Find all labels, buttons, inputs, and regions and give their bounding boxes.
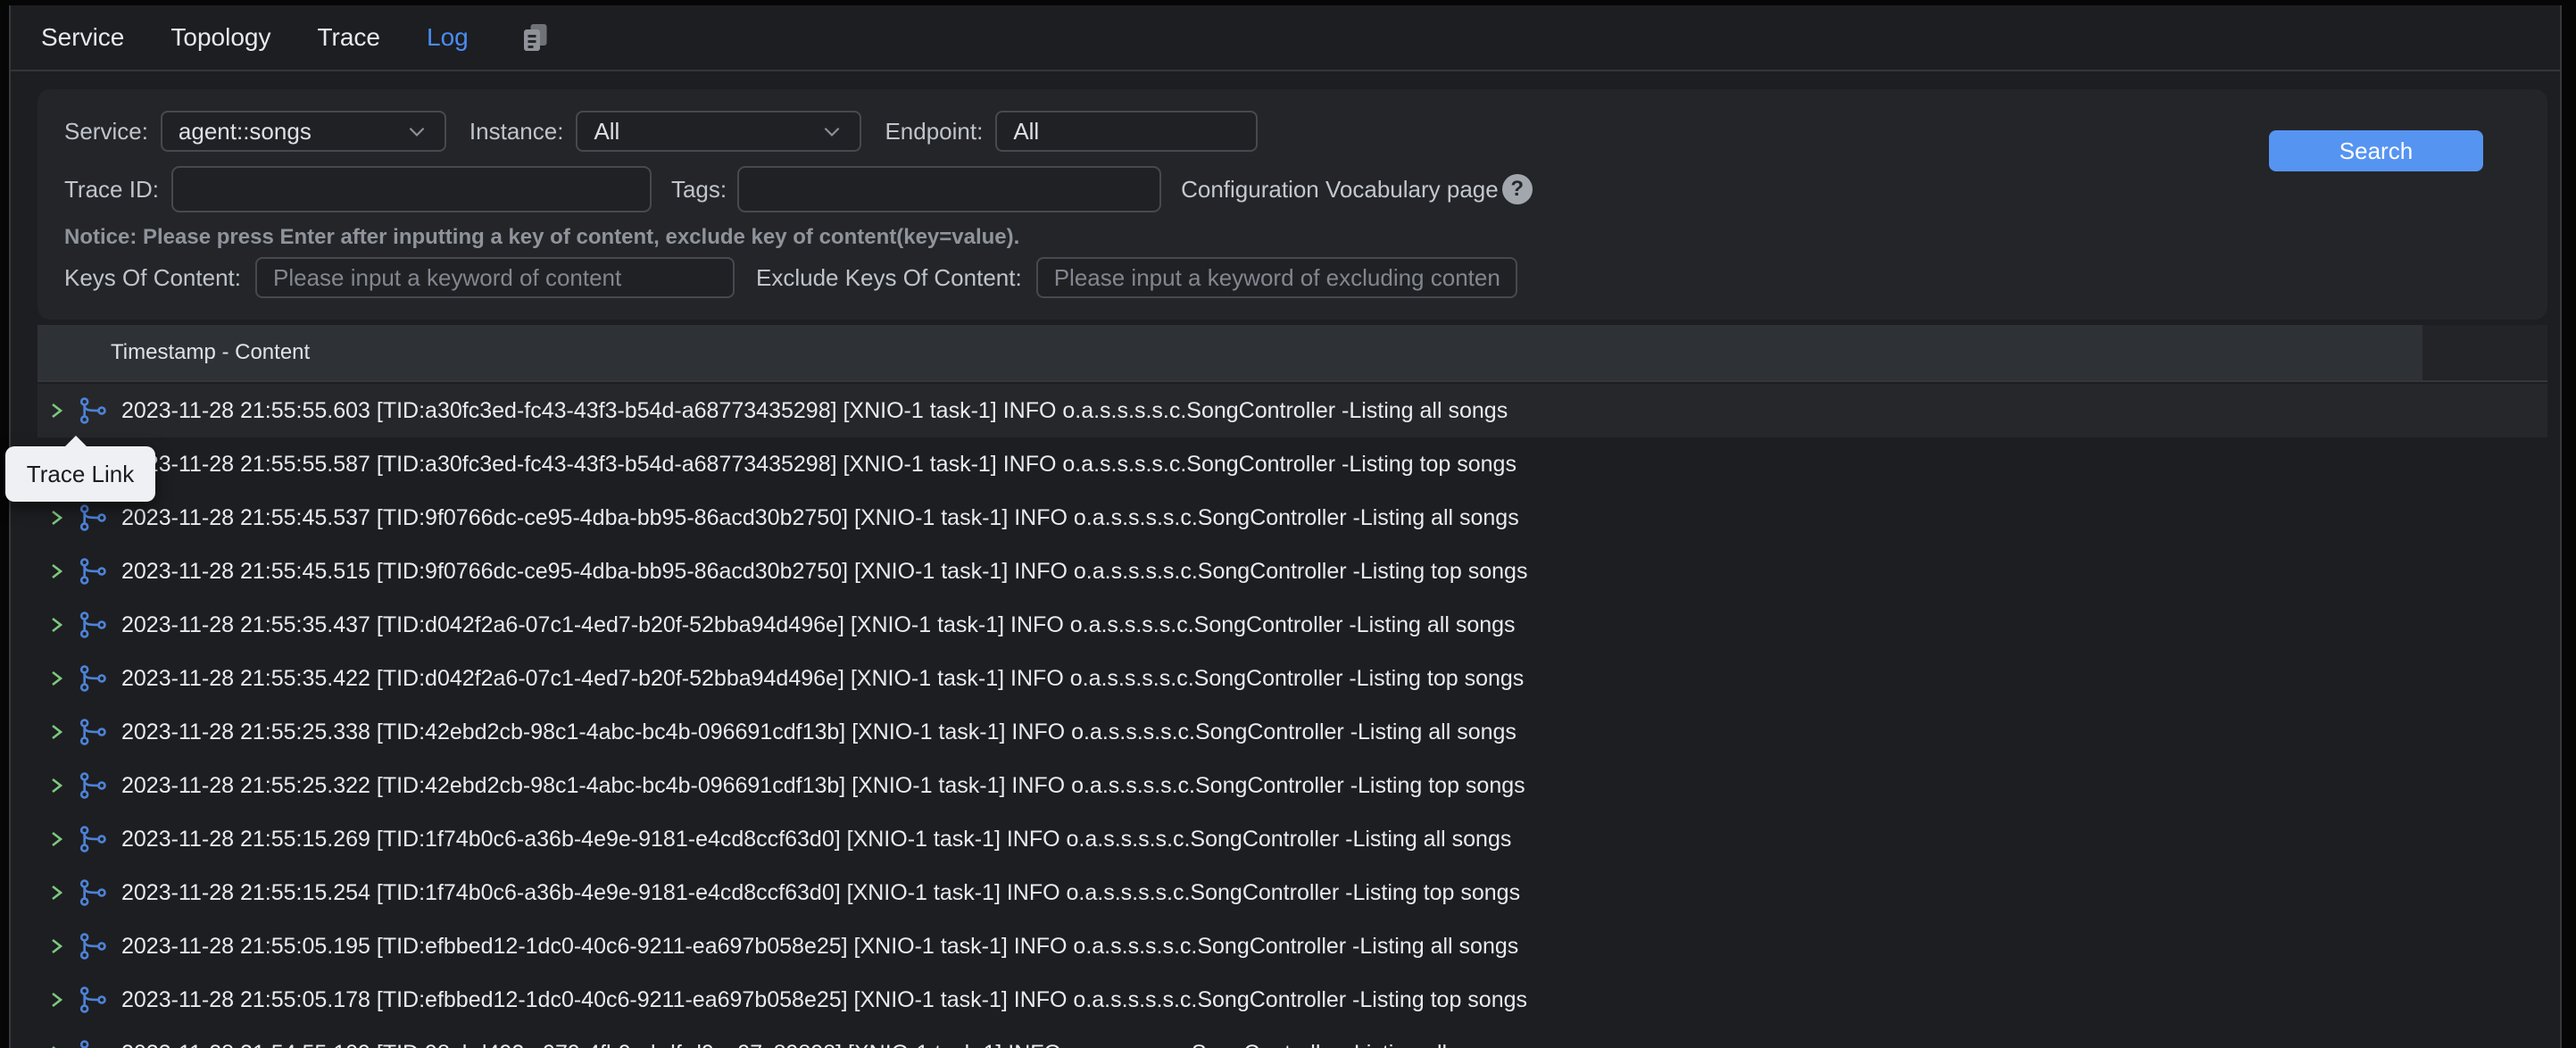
chevron-right-expand-icon[interactable] [45,612,70,637]
timestamp-content-header: Timestamp - Content [37,325,2422,380]
log-text: 2023-11-28 21:55:35.422 [TID:d042f2a6-07… [121,666,1524,692]
endpoint-input[interactable] [995,111,1258,152]
chevron-right-expand-icon[interactable] [45,880,70,905]
service-select-value: agent::songs [179,118,312,146]
exclude-keys-input[interactable] [1036,257,1517,298]
trace-link-icon[interactable] [79,825,107,853]
trace-link-icon[interactable] [79,503,107,532]
log-row[interactable]: 2023-11-28 21:55:05.178 [TID:efbbed12-1d… [37,973,2547,1027]
log-row[interactable]: 2023-11-28 21:55:55.603 [TID:a30fc3ed-fc… [37,384,2547,437]
log-row[interactable]: 2023-11-28 21:54:55.109 [TID:98abd492-c9… [37,1027,2547,1048]
log-text: 2023-11-28 21:55:45.515 [TID:9f0766dc-ce… [121,559,1527,585]
trace-link-icon[interactable] [79,611,107,639]
log-text: 2023-11-28 21:55:05.178 [TID:efbbed12-1d… [121,987,1527,1013]
chevron-down-icon [820,120,843,143]
filter-panel: Service: agent::songs Instance: All Endp… [37,89,2547,320]
log-text: 2023-11-28 21:55:35.437 [TID:d042f2a6-07… [121,612,1516,638]
trace-link-icon[interactable] [79,771,107,800]
chevron-right-expand-icon[interactable] [45,719,70,744]
endpoint-label: Endpoint: [885,118,983,146]
question-mark-icon[interactable]: ? [1502,174,1533,204]
configuration-vocabulary-link[interactable]: Configuration Vocabulary page [1181,176,1499,204]
log-row[interactable]: 2023-11-28 21:55:25.322 [TID:42ebd2cb-98… [37,759,2547,812]
log-row[interactable]: 2023-11-28 21:55:05.195 [TID:efbbed12-1d… [37,919,2547,973]
log-text: 2023-11-28 21:55:45.537 [TID:9f0766dc-ce… [121,505,1519,531]
chevron-right-expand-icon[interactable] [45,666,70,691]
trace-link-icon[interactable] [79,878,107,907]
log-row[interactable]: 2023-11-28 21:55:35.437 [TID:d042f2a6-07… [37,598,2547,652]
log-row[interactable]: 2023-11-28 21:55:45.515 [TID:9f0766dc-ce… [37,545,2547,598]
trace-link-icon[interactable] [79,1039,107,1048]
tab-topology[interactable]: Topology [170,23,270,52]
trace-link-icon[interactable] [79,718,107,746]
trace-link-tooltip: Trace Link [5,446,155,502]
exclude-keys-label: Exclude Keys Of Content: [756,264,1022,292]
chevron-right-expand-icon[interactable] [45,1041,70,1048]
log-text: 2023-11-28 21:55:25.338 [TID:42ebd2cb-98… [121,719,1517,745]
log-text: 2023-11-28 21:55:55.587 [TID:a30fc3ed-fc… [121,452,1517,478]
log-row[interactable]: 2023-11-28 21:55:15.269 [TID:1f74b0c6-a3… [37,812,2547,866]
log-text: 2023-11-28 21:55:25.322 [TID:42ebd2cb-98… [121,773,1525,799]
log-row[interactable]: 2023-11-28 21:55:45.537 [TID:9f0766dc-ce… [37,491,2547,545]
service-label: Service: [64,118,148,146]
log-table-header: Timestamp - Content [37,325,2547,382]
log-row[interactable]: 2023-11-28 21:55:55.587 [TID:a30fc3ed-fc… [37,437,2547,491]
instance-select[interactable]: All [576,111,861,152]
trace-id-input[interactable] [171,166,652,212]
trace-link-icon[interactable] [79,557,107,586]
log-text: 2023-11-28 21:55:55.603 [TID:a30fc3ed-fc… [121,398,1508,424]
trace-link-icon[interactable] [79,664,107,693]
top-nav: Service Topology Trace Log [11,5,2560,71]
keys-of-content-input[interactable] [255,257,735,298]
notice-text: Notice: Please press Enter after inputti… [64,225,1019,250]
filter-row-primary: Service: agent::songs Instance: All Endp… [64,111,2521,152]
chevron-down-icon [405,120,428,143]
keys-of-content-label: Keys Of Content: [64,264,241,292]
instance-select-value: All [594,118,619,146]
log-text: 2023-11-28 21:54:55.109 [TID:98abd492-c9… [121,1041,1513,1048]
log-row[interactable]: 2023-11-28 21:55:15.254 [TID:1f74b0c6-a3… [37,866,2547,919]
trace-link-icon[interactable] [79,986,107,1014]
chevron-right-expand-icon[interactable] [45,398,70,423]
filter-row-trace: Trace ID: Tags: Configuration Vocabulary… [64,166,2521,212]
tags-label: Tags: [671,176,727,204]
log-text: 2023-11-28 21:55:15.269 [TID:1f74b0c6-a3… [121,827,1511,853]
chevron-right-expand-icon[interactable] [45,773,70,798]
tab-trace[interactable]: Trace [317,23,380,52]
chevron-right-expand-icon[interactable] [45,505,70,530]
chevron-right-expand-icon[interactable] [45,827,70,852]
log-row[interactable]: 2023-11-28 21:55:25.338 [TID:42ebd2cb-98… [37,705,2547,759]
filter-row-keys: Keys Of Content: Exclude Keys Of Content… [64,257,2521,298]
log-text: 2023-11-28 21:55:15.254 [TID:1f74b0c6-a3… [121,880,1520,906]
chevron-right-expand-icon[interactable] [45,934,70,959]
log-page: Service Topology Trace Log Service: agen… [9,5,2562,1048]
trace-id-label: Trace ID: [64,176,159,204]
tab-log[interactable]: Log [427,23,469,52]
log-row[interactable]: 2023-11-28 21:55:35.422 [TID:d042f2a6-07… [37,652,2547,705]
chevron-right-expand-icon[interactable] [45,987,70,1012]
tags-input[interactable] [737,166,1161,212]
chevron-right-expand-icon[interactable] [45,559,70,584]
instance-label: Instance: [469,118,564,146]
service-select[interactable]: agent::songs [161,111,446,152]
log-text: 2023-11-28 21:55:05.195 [TID:efbbed12-1d… [121,934,1518,960]
log-table-body: 2023-11-28 21:55:55.603 [TID:a30fc3ed-fc… [37,384,2547,1048]
tooltip-text: Trace Link [27,461,134,488]
copy-pages-icon[interactable] [519,21,551,54]
trace-link-icon[interactable] [79,932,107,961]
trace-link-icon[interactable] [79,396,107,425]
tab-service[interactable]: Service [41,23,124,52]
